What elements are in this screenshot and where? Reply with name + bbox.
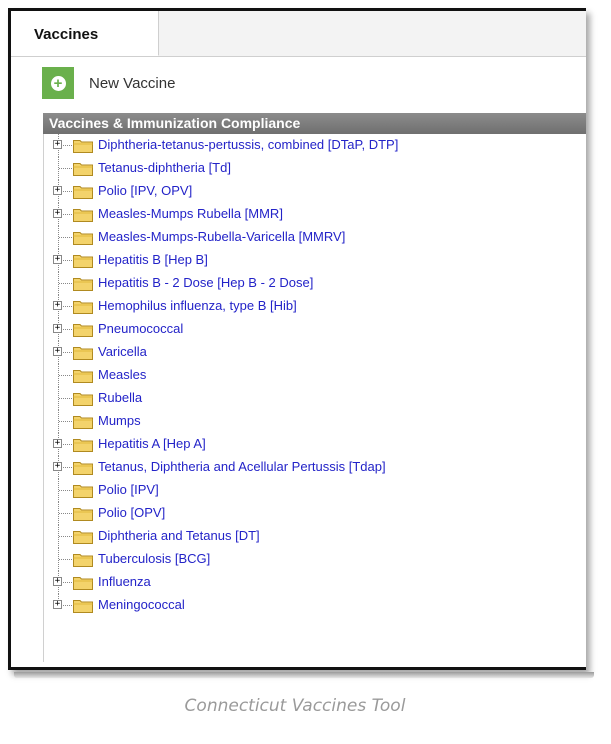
tree-item-label[interactable]: Meningococcal [98,597,185,612]
folder-icon [73,345,93,360]
tree-connector [59,536,72,537]
tree-connector [59,237,72,238]
window-shadow [14,672,594,678]
folder-icon [73,161,93,176]
tab-bar: Vaccines [11,11,586,57]
tree-item-label[interactable]: Polio [IPV] [98,482,159,497]
expand-icon[interactable]: + [53,186,62,195]
tree-item[interactable]: Measles [44,364,587,387]
folder-icon [73,138,93,153]
figure-caption: Connecticut Vaccines Tool [184,696,406,716]
folder-icon [73,414,93,429]
folder-icon [73,460,93,475]
vaccine-tree: + Diphtheria-tetanus-pertussis, combined … [43,134,587,662]
folder-icon [73,598,93,613]
tree-item-label[interactable]: Mumps [98,413,141,428]
tree-item-label[interactable]: Tetanus, Diphtheria and Acellular Pertus… [98,459,386,474]
tree-connector [59,398,72,399]
tree-item[interactable]: + Polio [IPV, OPV] [44,180,587,203]
expand-icon[interactable]: + [53,439,62,448]
tree-connector [59,513,72,514]
add-icon: + [42,67,74,99]
expand-icon[interactable]: + [53,347,62,356]
tree-item-label[interactable]: Polio [IPV, OPV] [98,183,192,198]
tree-item[interactable]: + Hepatitis A [Hep A] [44,433,587,456]
tree-item-label[interactable]: Tetanus-diphtheria [Td] [98,160,231,175]
expand-icon[interactable]: + [53,462,62,471]
folder-icon [73,552,93,567]
tree-item-label[interactable]: Hepatitis B [Hep B] [98,252,208,267]
tree-item-label[interactable]: Measles-Mumps-Rubella-Varicella [MMRV] [98,229,345,244]
folder-icon [73,230,93,245]
tree-item-label[interactable]: Varicella [98,344,147,359]
tree-item-label[interactable]: Diphtheria-tetanus-pertussis, combined [… [98,137,398,152]
folder-icon [73,207,93,222]
expand-icon[interactable]: + [53,140,62,149]
tree-item[interactable]: + Meningococcal [44,594,587,617]
new-vaccine-label: New Vaccine [89,74,176,92]
tree-connector [59,559,72,560]
tree-item[interactable]: Polio [OPV] [44,502,587,525]
folder-icon [73,299,93,314]
tab-vaccines[interactable]: Vaccines [11,11,159,56]
tree-item-label[interactable]: Pneumococcal [98,321,183,336]
tree-item[interactable]: Rubella [44,387,587,410]
folder-icon [73,368,93,383]
tree-item-label[interactable]: Polio [OPV] [98,505,165,520]
folder-icon [73,184,93,199]
tree-item[interactable]: Measles-Mumps-Rubella-Varicella [MMRV] [44,226,587,249]
tree-item-label[interactable]: Influenza [98,574,151,589]
section-header: Vaccines & Immunization Compliance [43,113,586,134]
folder-icon [73,575,93,590]
tree-item-label[interactable]: Measles-Mumps Rubella [MMR] [98,206,283,221]
folder-icon [73,437,93,452]
tree-connector [59,421,72,422]
toolbar: + New Vaccine [11,57,586,109]
tree-item[interactable]: Mumps [44,410,587,433]
tree-item[interactable]: + Measles-Mumps Rubella [MMR] [44,203,587,226]
tree-item[interactable]: + Varicella [44,341,587,364]
tree-connector [59,375,72,376]
tree-item-label[interactable]: Measles [98,367,146,382]
tree-item[interactable]: Hepatitis B - 2 Dose [Hep B - 2 Dose] [44,272,587,295]
tree-connector [59,490,72,491]
tree-connector [59,168,72,169]
tree-item-label[interactable]: Tuberculosis [BCG] [98,551,210,566]
expand-icon[interactable]: + [53,301,62,310]
tree-item[interactable]: Polio [IPV] [44,479,587,502]
new-vaccine-button[interactable]: + New Vaccine [42,67,175,99]
tree-item-label[interactable]: Hepatitis B - 2 Dose [Hep B - 2 Dose] [98,275,313,290]
vaccines-window: Vaccines + New Vaccine Vaccines & Immuni… [8,8,586,670]
folder-icon [73,483,93,498]
tree-item-label[interactable]: Hemophilus influenza, type B [Hib] [98,298,297,313]
tree-item[interactable]: + Hepatitis B [Hep B] [44,249,587,272]
tree-item-label[interactable]: Diphtheria and Tetanus [DT] [98,528,260,543]
tree-item[interactable]: + Diphtheria-tetanus-pertussis, combined … [44,134,587,157]
tree-item[interactable]: Diphtheria and Tetanus [DT] [44,525,587,548]
folder-icon [73,322,93,337]
expand-icon[interactable]: + [53,577,62,586]
tree-connector [59,283,72,284]
tree-item[interactable]: + Pneumococcal [44,318,587,341]
tree-item-label[interactable]: Hepatitis A [Hep A] [98,436,206,451]
folder-icon [73,391,93,406]
folder-icon [73,506,93,521]
tree-item[interactable]: Tetanus-diphtheria [Td] [44,157,587,180]
tree-item-label[interactable]: Rubella [98,390,142,405]
folder-icon [73,276,93,291]
tree-item[interactable]: + Tetanus, Diphtheria and Acellular Pertu… [44,456,587,479]
expand-icon[interactable]: + [53,600,62,609]
tree-item[interactable]: + Hemophilus influenza, type B [Hib] [44,295,587,318]
tree-item[interactable]: + Influenza [44,571,587,594]
tree-item[interactable]: Tuberculosis [BCG] [44,548,587,571]
expand-icon[interactable]: + [53,209,62,218]
folder-icon [73,253,93,268]
folder-icon [73,529,93,544]
expand-icon[interactable]: + [53,255,62,264]
expand-icon[interactable]: + [53,324,62,333]
